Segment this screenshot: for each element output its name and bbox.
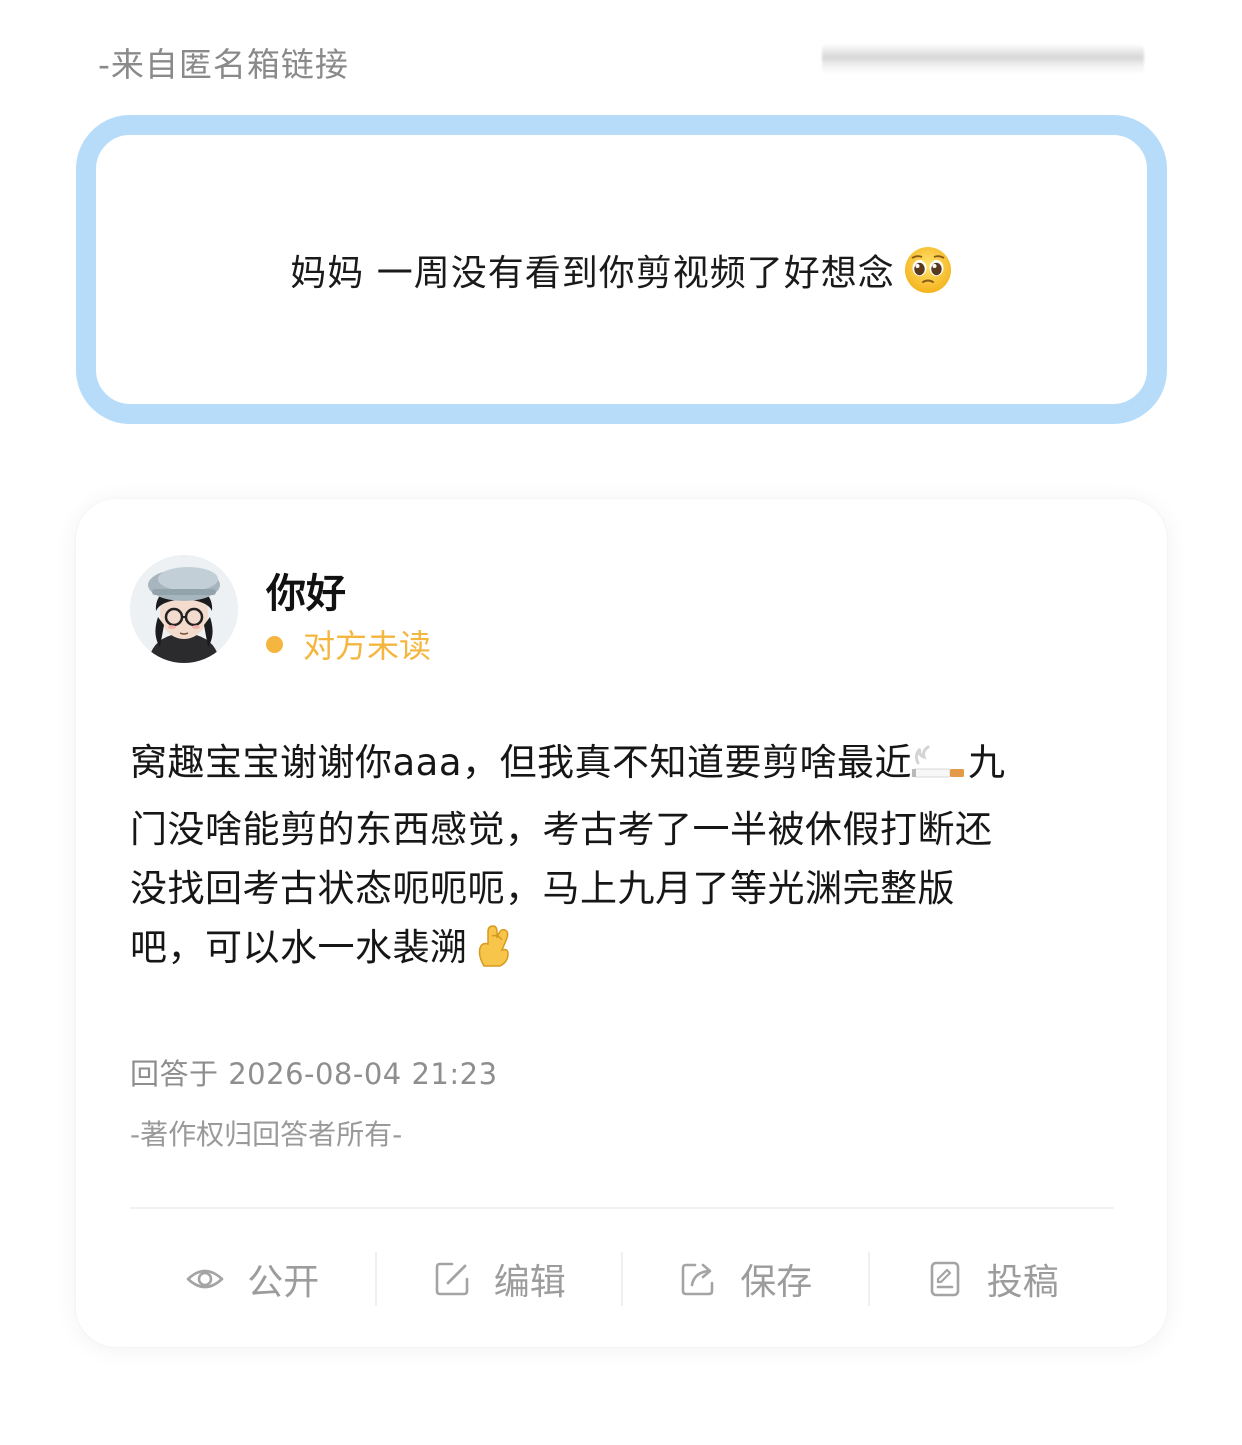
read-status: 对方未读	[266, 621, 431, 667]
edit-button[interactable]: 编辑	[377, 1249, 622, 1309]
question-card: 妈妈 一周没有看到你剪视频了好想念	[76, 115, 1167, 424]
public-button[interactable]: 公开	[130, 1249, 375, 1309]
answer-text: 吧，可以水一水裴溯	[130, 926, 468, 969]
action-bar: 公开 编辑 保存 投稿	[130, 1244, 1114, 1314]
divider	[130, 1207, 1114, 1209]
cigarette-emoji	[912, 741, 968, 800]
answer-time: 回答于 2026-08-04 21:23	[130, 1057, 498, 1091]
answer-text: 九	[968, 741, 1006, 784]
answer-text: 没找回考古状态呃呃呃，马上九月了等光渊完整版	[130, 867, 955, 910]
edit-icon	[432, 1259, 472, 1299]
question-row: 妈妈 一周没有看到你剪视频了好想念	[290, 244, 952, 296]
answer-card: 你好 对方未读 窝趣宝宝谢谢你aaa，但我真不知道要剪啥最近 九 门没啥能剪的东西…	[76, 499, 1167, 1347]
avatar[interactable]	[130, 555, 238, 663]
question-text: 妈妈 一周没有看到你剪视频了好想念	[290, 252, 895, 294]
page: -来自匿名箱链接 妈妈 一周没有看到你剪视频了好想念 你好 对方未读 窝趣宝宝谢…	[0, 0, 1242, 1445]
edit-label: 编辑	[493, 1262, 566, 1303]
answer-body: 窝趣宝宝谢谢你aaa，但我真不知道要剪啥最近 九 门没啥能剪的东西感觉，考古考了一…	[130, 733, 1110, 985]
answer-text: 窝趣宝宝谢谢你aaa，但我真不知道要剪啥最近	[130, 741, 913, 784]
eye-icon	[185, 1259, 225, 1299]
pleading-face-emoji	[903, 245, 953, 295]
source-label: -来自匿名箱链接	[98, 45, 349, 84]
redacted-area	[822, 44, 1144, 74]
answer-line: 门没啥能剪的东西感觉，考古考了一半被休假打断还	[130, 800, 1110, 859]
answerer-name: 你好	[266, 571, 346, 617]
share-out-icon	[678, 1259, 718, 1299]
save-label: 保存	[740, 1262, 813, 1303]
answer-line: 没找回考古状态呃呃呃，马上九月了等光渊完整版	[130, 859, 1110, 918]
answer-line: 吧，可以水一水裴溯	[130, 918, 1110, 985]
status-dot	[266, 635, 283, 653]
submit-label: 投稿	[986, 1262, 1059, 1303]
answer-line: 窝趣宝宝谢谢你aaa，但我真不知道要剪啥最近 九	[130, 733, 1110, 800]
save-button[interactable]: 保存	[623, 1249, 868, 1309]
crossed-fingers-emoji	[474, 922, 514, 985]
copyright-notice: -著作权归回答者所有-	[130, 1118, 403, 1151]
answer-text: 门没啥能剪的东西感觉，考古考了一半被休假打断还	[130, 808, 993, 851]
document-icon	[925, 1259, 965, 1299]
submit-button[interactable]: 投稿	[870, 1249, 1115, 1309]
public-label: 公开	[247, 1262, 320, 1303]
read-status-label: 对方未读	[303, 627, 432, 665]
